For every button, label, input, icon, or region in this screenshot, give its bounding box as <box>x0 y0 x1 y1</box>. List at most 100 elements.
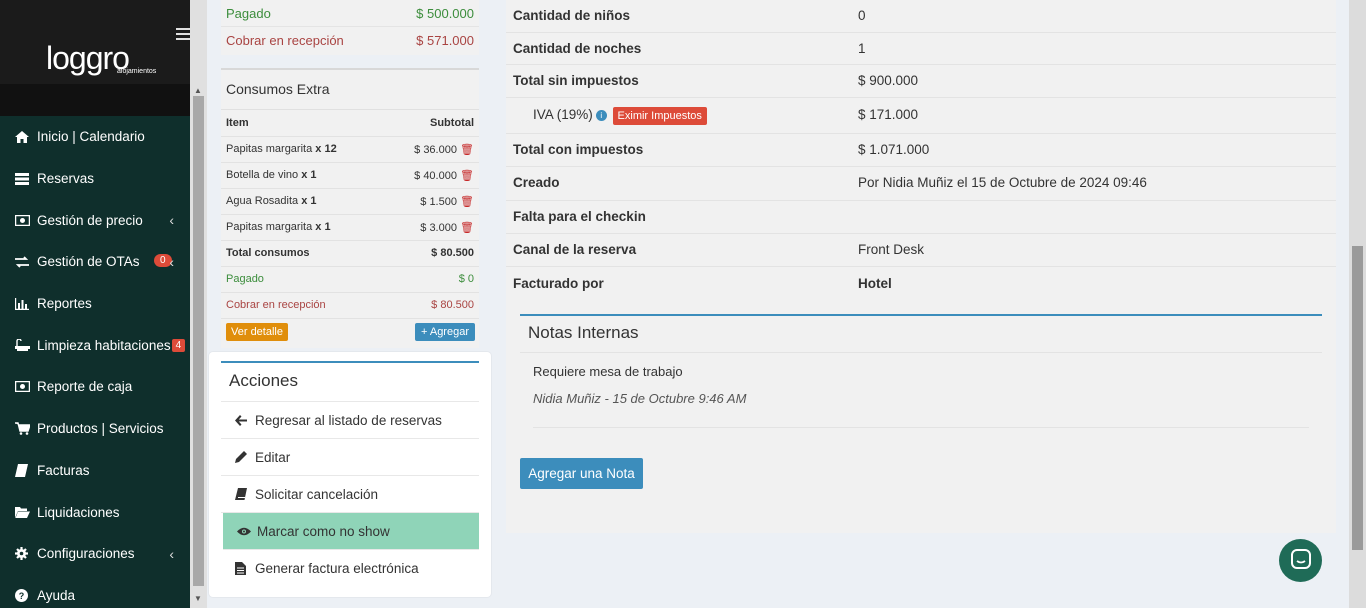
item-subtotal: $ 40.000 <box>414 169 457 182</box>
extras-paid-value: $ 0 <box>384 266 479 293</box>
detail-value: 1 <box>858 41 866 56</box>
add-extra-button[interactable]: + Agregar <box>414 323 475 341</box>
cart-icon <box>15 422 37 435</box>
sidebar-item-facturas[interactable]: Facturas <box>0 450 190 492</box>
detail-row-total: Total con impuestos $ 1.071.000 <box>506 134 1336 167</box>
sidebar-item-configuraciones[interactable]: Configuraciones ‹ <box>0 533 190 575</box>
item-cell: Papitas margarita x 1 <box>221 214 385 241</box>
detail-label: Facturado por <box>513 276 604 291</box>
action-label: Generar factura electrónica <box>255 561 419 576</box>
scroll-up-icon[interactable]: ▲ <box>194 86 202 95</box>
action-label: Marcar como no show <box>257 523 390 539</box>
logo-area: loggro alojamientos <box>0 0 192 84</box>
detail-label: Cantidad de noches <box>513 41 642 56</box>
iva-label: IVA (19%) <box>533 107 593 122</box>
subtotal-cell: $ 1.500 🗑 <box>384 188 479 215</box>
sidebar-item-label: Facturas <box>37 462 90 478</box>
sidebar-item-gestion-precio[interactable]: Gestión de precio ‹ <box>0 199 190 241</box>
generate-invoice-button[interactable]: Generar factura electrónica <box>221 550 479 587</box>
paid-label: Pagado <box>226 5 271 21</box>
sidebar-item-limpieza[interactable]: Limpieza habitaciones 4 <box>0 324 190 366</box>
col-item: Item <box>221 110 385 137</box>
subtotal-cell: $ 36.000 🗑 <box>384 136 479 163</box>
paid-value: $ 500.000 <box>416 5 474 21</box>
due-row: Cobrar en recepción $ 571.000 <box>221 27 479 54</box>
page-scrollbar[interactable] <box>1349 0 1366 608</box>
chevron-left-icon: ‹ <box>169 253 174 270</box>
chat-button[interactable] <box>1279 539 1322 582</box>
paid-row: Pagado $ 500.000 <box>221 0 479 27</box>
pencil-icon <box>235 451 255 463</box>
extras-due-label: Cobrar en recepción <box>221 292 385 319</box>
request-cancellation-button[interactable]: Solicitar cancelación <box>221 476 479 513</box>
bath-icon <box>15 338 37 352</box>
due-value: $ 571.000 <box>416 33 474 48</box>
sidebar-spacer <box>0 84 190 116</box>
item-name: Papitas margarita <box>226 221 313 233</box>
mark-no-show-button[interactable]: Marcar como no show <box>223 513 479 550</box>
detail-value: Front Desk <box>858 242 925 257</box>
note-text: Requiere mesa de trabajo <box>533 364 683 379</box>
item-name: Papitas margarita <box>226 143 313 155</box>
sidebar-item-reportes[interactable]: Reportes <box>0 283 190 325</box>
trash-icon[interactable]: 🗑 <box>460 222 474 234</box>
action-label: Editar <box>255 449 291 465</box>
book-icon <box>15 463 37 477</box>
eye-icon <box>237 527 257 536</box>
sidebar-item-liquidaciones[interactable]: Liquidaciones <box>0 491 190 533</box>
divider <box>533 427 1309 428</box>
item-qty: x 1 <box>315 221 331 233</box>
subtotal-cell: $ 40.000 🗑 <box>384 162 479 189</box>
detail-row-children: Cantidad de niños 0 <box>506 0 1336 33</box>
detail-row-subtotal: Total sin impuestos $ 900.000 <box>506 65 1336 98</box>
sidebar-scrollbar[interactable]: ▲ ▼ <box>190 0 207 608</box>
sidebar-item-label: Reportes <box>37 296 92 312</box>
actions-panel: Acciones Regresar al listado de reservas… <box>221 361 479 587</box>
home-icon <box>15 130 37 143</box>
extras-title: Consumos Extra <box>221 70 479 110</box>
action-label: Regresar al listado de reservas <box>255 412 442 428</box>
item-subtotal: $ 1.500 <box>420 195 457 208</box>
scrollbar-thumb[interactable] <box>193 96 204 586</box>
note-meta: Nidia Muñiz - 15 de Octubre 9:46 AM <box>533 391 747 406</box>
sidebar-item-gestion-otas[interactable]: Gestión de OTAs 0 ‹ <box>0 241 190 283</box>
item-qty: x 12 <box>315 143 337 155</box>
sidebar-item-label: Liquidaciones <box>37 504 120 520</box>
table-row: Papitas margarita x 1 $ 3.000 🗑 <box>221 214 479 241</box>
detail-label: Falta para el checkin <box>513 209 646 224</box>
scrollbar-thumb[interactable] <box>1352 246 1363 550</box>
back-to-reservations-button[interactable]: Regresar al listado de reservas <box>221 402 479 439</box>
sidebar-item-productos[interactable]: Productos | Servicios <box>0 408 190 450</box>
internal-notes-panel: Notas Internas Requiere mesa de trabajo … <box>520 314 1322 446</box>
detail-label: Cantidad de niños <box>513 8 631 23</box>
edit-button[interactable]: Editar <box>221 439 479 476</box>
trash-icon[interactable]: 🗑 <box>460 170 474 182</box>
view-detail-button[interactable]: Ver detalle <box>226 323 288 341</box>
extras-paid-row: Pagado $ 0 <box>221 266 479 293</box>
detail-row-billed: Facturado por Hotel <box>506 267 1336 300</box>
money-icon <box>15 214 37 226</box>
sidebar-item-reservas[interactable]: Reservas <box>0 158 190 200</box>
exchange-icon <box>15 256 37 268</box>
due-label: Cobrar en recepción <box>226 33 344 48</box>
sidebar-item-label: Inicio | Calendario <box>37 129 145 145</box>
add-note-button[interactable]: Agregar una Nota <box>520 458 643 489</box>
detail-row-checkin: Falta para el checkin <box>506 201 1336 234</box>
sidebar-item-label: Gestión de OTAs <box>37 254 140 270</box>
extras-table: Item Subtotal Papitas margarita x 12 $ 3… <box>221 110 479 319</box>
sidebar-item-label: Reporte de caja <box>37 379 133 395</box>
extras-panel: Consumos Extra Item Subtotal Papitas mar… <box>221 68 479 348</box>
book-icon <box>235 488 255 500</box>
scroll-down-icon[interactable]: ▼ <box>194 594 202 603</box>
exempt-taxes-button[interactable]: Eximir Impuestos <box>612 107 707 125</box>
total-row: Total consumos $ 80.500 <box>221 240 479 267</box>
info-icon[interactable]: i <box>595 110 607 121</box>
trash-icon[interactable]: 🗑 <box>460 144 474 156</box>
detail-row-nights: Cantidad de noches 1 <box>506 33 1336 65</box>
sidebar-item-ayuda[interactable]: ? Ayuda <box>0 575 190 608</box>
sidebar-item-label: Gestión de precio <box>37 212 143 228</box>
iva-label-group: IVA (19%) i Eximir Impuestos <box>533 107 707 125</box>
sidebar-item-inicio[interactable]: Inicio | Calendario <box>0 116 190 158</box>
trash-icon[interactable]: 🗑 <box>460 196 474 208</box>
sidebar-item-reporte-caja[interactable]: Reporte de caja <box>0 366 190 408</box>
